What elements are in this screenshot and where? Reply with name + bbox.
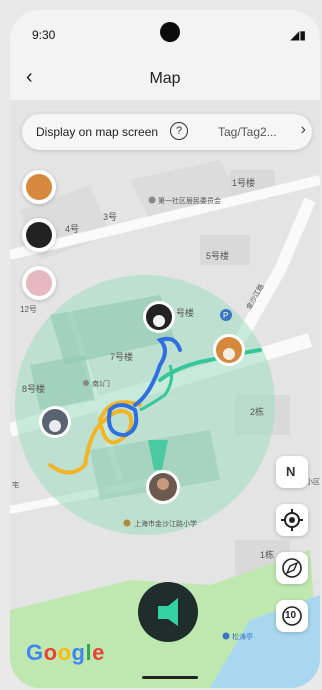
map-label: 5号楼 [206,250,229,261]
pet-avatar-husky[interactable] [22,266,56,300]
navigation-button[interactable] [276,552,308,584]
phone-screen: 9:30 ◢▮ ‹ Map 1号楼 第一社区居民委员会 3号 4号 5号楼 12… [10,10,320,688]
status-time: 9:30 [32,28,56,42]
signal-battery-icon: ◢▮ [290,28,306,42]
compass-icon: N [286,464,296,479]
app-header: ‹ Map [10,56,320,100]
map-label: 宅 [12,480,19,489]
pet-marker-corgi[interactable] [213,334,245,366]
corgi-icon [26,174,52,200]
timer-value: 10 [285,610,297,621]
map-label: 小区 [306,477,320,486]
map-label: 3号 [103,212,117,222]
pet-marker-border-collie[interactable] [143,301,175,333]
parking-icon: P [223,311,228,320]
owner-marker[interactable] [146,470,180,504]
map-label: 上海市金沙江路小学 [134,519,197,528]
husky-icon [26,270,52,296]
status-bar: 9:30 ◢▮ [10,10,320,56]
dog-icon [26,222,52,248]
map-label: 松涛亭 [232,632,253,641]
camera-cutout [160,22,180,42]
display-on-map-bar[interactable]: Display on map screen ? Tag/Tag2... › [22,114,312,150]
crosshair-icon [281,509,303,531]
tag-selector-value[interactable]: Tag/Tag2... [218,125,277,139]
map-label: 1号楼 [232,177,255,188]
page-title: Map [149,70,181,87]
map-label: 8号楼 [22,383,45,394]
pet-avatar-corgi[interactable] [22,170,56,204]
compass-button[interactable]: N [276,456,308,488]
map-label: 2栋 [250,406,264,417]
chevron-right-icon[interactable]: › [301,121,306,139]
google-logo: Google [26,640,105,665]
home-indicator[interactable] [142,676,198,679]
help-icon[interactable]: ? [170,122,188,140]
navigation-icon [282,558,302,578]
map-label: 7号楼 [110,351,133,362]
map-label: 第一社区居民委员会 [158,196,221,205]
map-label: 1栋 [260,549,274,560]
map-label: 号楼 [176,307,194,318]
map-label: 12号 [20,305,37,314]
speaker-icon [158,598,178,626]
map-label: 南1门 [92,379,110,388]
map-label: 4号 [65,224,79,234]
locate-button[interactable] [276,504,308,536]
pet-marker-husky[interactable] [39,406,71,438]
pet-avatar-border-collie[interactable] [22,218,56,252]
display-label: Display on map screen [36,125,159,139]
history-range-button[interactable]: 10 [276,600,308,632]
talk-button[interactable] [138,582,198,642]
